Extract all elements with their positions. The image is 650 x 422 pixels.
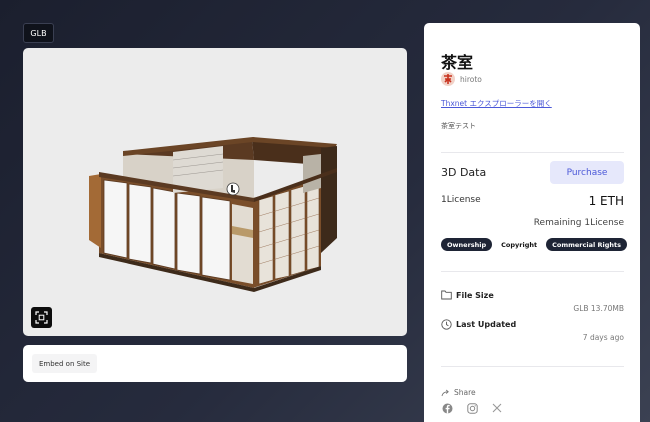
file-size-value: GLB 13.70MB: [573, 304, 624, 313]
remaining-licenses: Remaining 1License: [533, 218, 624, 228]
price: 1 ETH: [588, 194, 624, 208]
divider: [441, 152, 624, 153]
license-label: 1License: [441, 195, 481, 205]
last-updated-row: Last Updated: [441, 319, 516, 330]
social-links: [441, 402, 503, 414]
file-size-label: File Size: [456, 290, 494, 300]
format-badge: GLB: [23, 23, 54, 43]
instagram-icon[interactable]: [466, 402, 478, 414]
tag-copyright: Copyright: [498, 238, 541, 251]
details-panel: 茶室 hiroto Thxnet エクスプローラーを開く 茶室テスト 3D Da…: [424, 23, 640, 422]
rights-tags: Ownership Copyright Commercial Rights: [441, 238, 627, 251]
author-name: hiroto: [460, 74, 482, 84]
explorer-link[interactable]: Thxnet エクスプローラーを開く: [441, 98, 552, 109]
section-label-3d-data: 3D Data: [441, 166, 487, 179]
tag-commercial-rights: Commercial Rights: [546, 238, 627, 251]
fullscreen-icon: [35, 311, 48, 324]
embed-card: Embed on Site: [23, 345, 407, 382]
share-label: Share: [441, 388, 476, 397]
share-text: Share: [454, 388, 476, 397]
facebook-icon[interactable]: [441, 402, 453, 414]
author[interactable]: hiroto: [441, 72, 482, 86]
model-viewer[interactable]: [23, 48, 407, 336]
share-icon: [441, 389, 449, 396]
item-description: 茶室テスト: [441, 122, 476, 130]
tag-ownership: Ownership: [441, 238, 493, 251]
tea-room-model[interactable]: [23, 48, 407, 336]
fullscreen-button[interactable]: [31, 307, 52, 328]
last-updated-label: Last Updated: [456, 320, 517, 329]
item-title: 茶室: [441, 53, 474, 72]
purchase-button[interactable]: Purchase: [550, 161, 624, 184]
avatar: [441, 72, 455, 86]
divider: [441, 366, 624, 367]
embed-button[interactable]: Embed on Site: [32, 354, 98, 373]
last-updated-value: 7 days ago: [582, 333, 624, 342]
file-size-row: File Size: [441, 290, 494, 300]
folder-icon: [441, 290, 452, 300]
avatar-icon: [444, 74, 452, 84]
clock-icon: [441, 319, 452, 330]
divider: [441, 271, 624, 272]
x-icon[interactable]: [491, 402, 503, 414]
